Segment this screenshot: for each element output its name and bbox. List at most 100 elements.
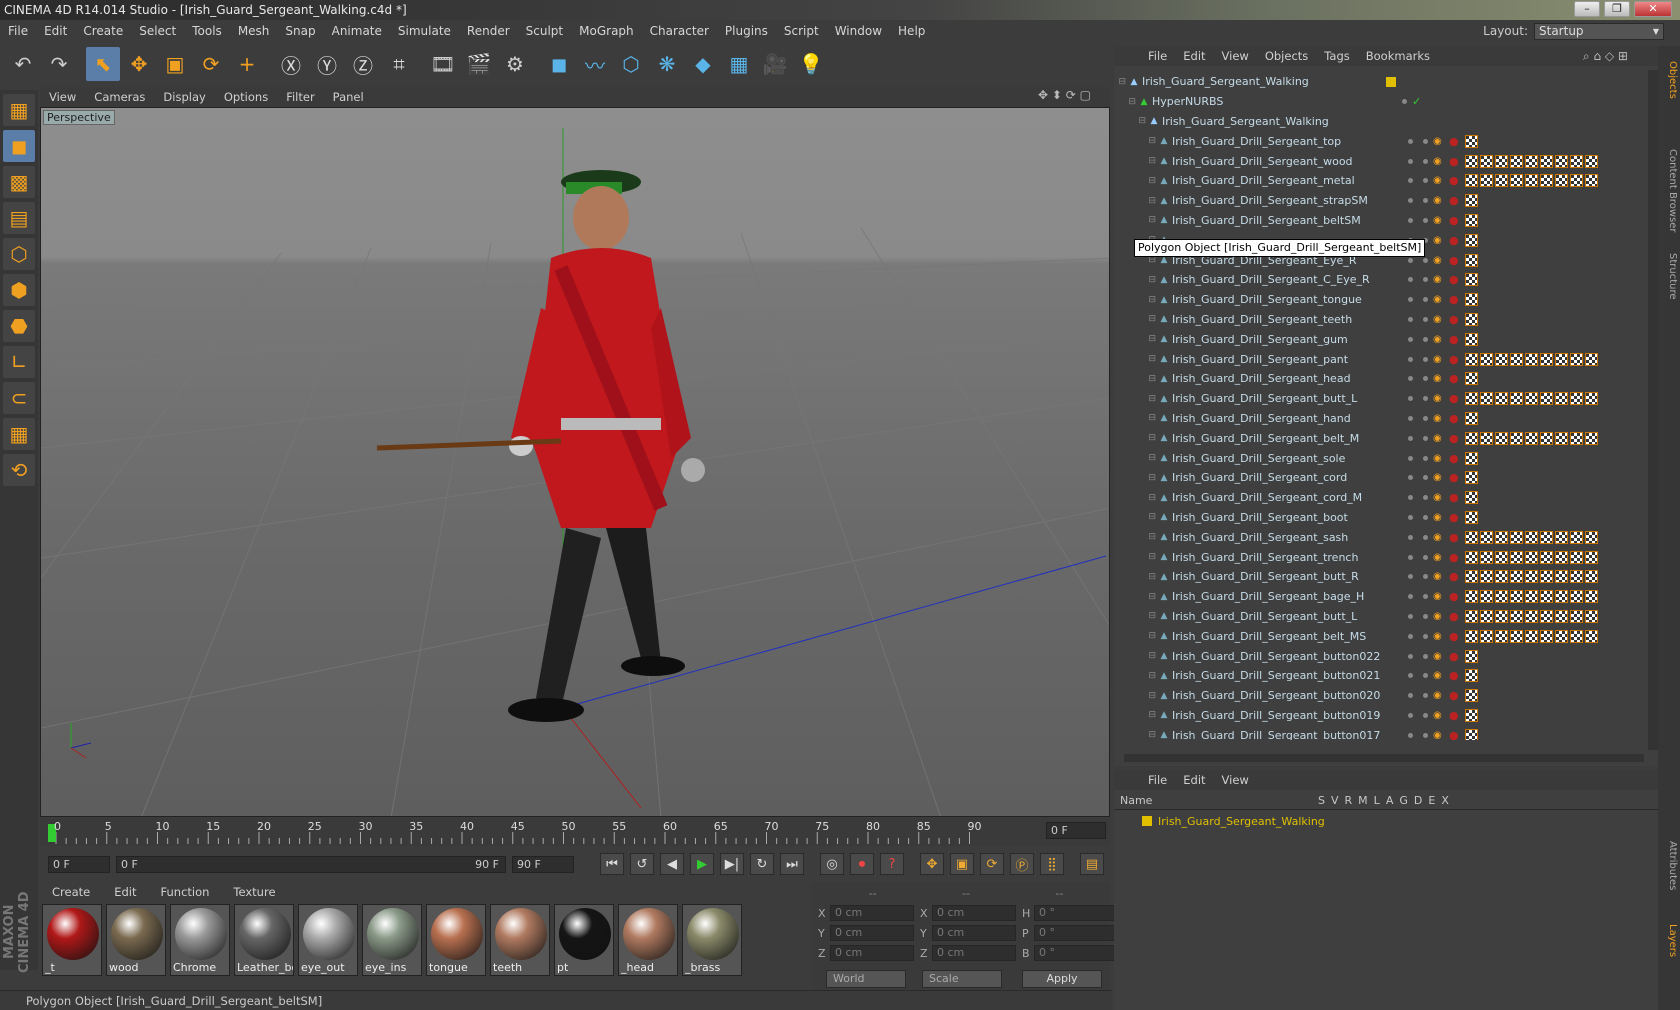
render-dot[interactable] bbox=[1423, 574, 1428, 580]
render-dot[interactable] bbox=[1423, 158, 1428, 164]
phong-tag-icon[interactable]: ◉ bbox=[1433, 413, 1449, 424]
rotate-icon[interactable]: ⟳ bbox=[194, 47, 228, 81]
tree-expander-icon[interactable]: ⊟ bbox=[1114, 512, 1156, 522]
object-row[interactable]: ⊟ ▲ Irish_Guard_Drill_Sergeant_sash ◉ ● bbox=[1114, 527, 1644, 547]
start-frame-field[interactable]: 0 F bbox=[48, 855, 110, 873]
current-frame-field[interactable]: 0 F bbox=[1046, 822, 1106, 839]
texture-tag-icon[interactable] bbox=[1465, 550, 1478, 564]
timeline[interactable]: 0 5 10 15 20 25 30 35 40 45 50 55 60 65 70 75 80 85 90 0 F bbox=[40, 818, 1110, 846]
menu-select[interactable]: Select bbox=[131, 24, 184, 38]
texture-tag-icon[interactable] bbox=[1465, 411, 1478, 425]
texture-tag-icon[interactable] bbox=[1540, 590, 1553, 604]
object-row[interactable]: ⊟ ▲ Irish_Guard_Drill_Sergeant_boot ◉ ● bbox=[1114, 508, 1644, 528]
menu-sculpt[interactable]: Sculpt bbox=[518, 24, 571, 38]
render-icon[interactable]: 🎬 bbox=[462, 47, 496, 81]
menu-file[interactable]: File bbox=[0, 24, 36, 38]
texture-tag-icon[interactable] bbox=[1525, 570, 1538, 584]
phong-tag-icon[interactable]: ◉ bbox=[1433, 294, 1449, 305]
texture-tag-icon[interactable] bbox=[1585, 629, 1598, 643]
texture-tag-icon[interactable] bbox=[1540, 174, 1553, 188]
texture-tag-icon[interactable] bbox=[1465, 510, 1478, 524]
viewport-nav-icons[interactable]: ✥ ⬍ ⟳ ▢ bbox=[1038, 88, 1108, 106]
material-tag-icon[interactable]: ● bbox=[1449, 155, 1465, 168]
texture-tag-icon[interactable] bbox=[1465, 154, 1478, 168]
object-row[interactable]: ⊟ ▲ Irish_Guard_Drill_Sergeant_metal ◉ ● bbox=[1114, 171, 1644, 191]
tree-expander-icon[interactable]: ⊟ bbox=[1114, 572, 1156, 582]
material-tag-icon[interactable]: ● bbox=[1449, 491, 1465, 504]
render-dot[interactable] bbox=[1423, 455, 1428, 461]
object-row[interactable]: ⊟ ▲ Irish_Guard_Drill_Sergeant_bage_H ◉ ● bbox=[1114, 587, 1644, 607]
texture-tag-icon[interactable] bbox=[1480, 629, 1493, 643]
texture-tag-icon[interactable] bbox=[1555, 570, 1568, 584]
layer-menu-file[interactable]: File bbox=[1140, 773, 1175, 787]
render-dot[interactable] bbox=[1423, 554, 1428, 560]
menu-script[interactable]: Script bbox=[776, 24, 827, 38]
viewport-perspective[interactable]: Perspective bbox=[40, 107, 1110, 817]
menu-character[interactable]: Character bbox=[642, 24, 717, 38]
go-to-start-icon[interactable]: ⏮ bbox=[600, 853, 624, 875]
object-mode-icon[interactable]: ◼ bbox=[3, 130, 35, 162]
material-tag-icon[interactable]: ● bbox=[1449, 570, 1465, 583]
move-icon[interactable]: ✥ bbox=[122, 47, 156, 81]
texture-tag-icon[interactable] bbox=[1555, 629, 1568, 643]
tree-expander-icon[interactable]: ⊟ bbox=[1114, 334, 1156, 344]
tree-expander-icon[interactable]: ⊟ bbox=[1114, 314, 1156, 324]
object-row[interactable]: ⊟ ▲ Irish_Guard_Drill_Sergeant_button019 ◉ ● bbox=[1114, 706, 1644, 726]
material-swatch[interactable]: wood bbox=[106, 904, 166, 976]
camera-icon[interactable]: 🎥 bbox=[758, 47, 792, 81]
object-row[interactable]: ⊟ ▲ Irish_Guard_Drill_Sergeant_belt_MS ◉ ● bbox=[1114, 626, 1644, 646]
render-dot[interactable] bbox=[1423, 732, 1428, 738]
render-dot[interactable] bbox=[1423, 435, 1428, 441]
edges-mode-icon[interactable]: ⬢ bbox=[3, 274, 35, 306]
texture-tag-icon[interactable] bbox=[1555, 174, 1568, 188]
visibility-dot[interactable] bbox=[1408, 217, 1413, 223]
object-row[interactable]: ⊟ ▲ Irish_Guard_Drill_Sergeant_butt_R ◉ ● bbox=[1114, 567, 1644, 587]
render-view-icon[interactable]: 🎞 bbox=[426, 47, 460, 81]
coords-value-field[interactable]: 0 cm bbox=[830, 925, 914, 941]
texture-tag-icon[interactable] bbox=[1465, 372, 1478, 386]
material-tag-icon[interactable]: ● bbox=[1449, 669, 1465, 682]
phong-tag-icon[interactable]: ◉ bbox=[1433, 690, 1449, 701]
texture-tag-icon[interactable] bbox=[1510, 570, 1523, 584]
texture-tag-icon[interactable] bbox=[1465, 570, 1478, 584]
visibility-dot[interactable] bbox=[1408, 178, 1413, 184]
side-tab-objects[interactable]: Objects bbox=[1660, 50, 1678, 110]
material-swatch[interactable]: _t bbox=[42, 904, 102, 976]
visibility-dot[interactable] bbox=[1408, 732, 1413, 738]
key-rotate-icon[interactable]: ⟳ bbox=[980, 853, 1004, 875]
menu-help[interactable]: Help bbox=[890, 24, 933, 38]
material-swatch[interactable]: teeth bbox=[490, 904, 550, 976]
material-tag-icon[interactable]: ● bbox=[1449, 471, 1465, 484]
visibility-dot[interactable] bbox=[1408, 475, 1413, 481]
object-row[interactable]: ⊟ ▲ Irish_Guard_Drill_Sergeant_butt_L ◉ ● bbox=[1114, 607, 1644, 627]
render-dot[interactable] bbox=[1423, 673, 1428, 679]
timeline-window-icon[interactable]: ▤ bbox=[1080, 853, 1104, 875]
end-frame-field[interactable]: 90 F bbox=[512, 855, 574, 873]
texture-tag-icon[interactable] bbox=[1555, 431, 1568, 445]
render-dot[interactable] bbox=[1423, 415, 1428, 421]
tree-expander-icon[interactable]: ⊟ bbox=[1114, 196, 1156, 206]
key-grid-icon[interactable]: ⣿ bbox=[1040, 853, 1064, 875]
tree-expander-icon[interactable]: ⊟ bbox=[1114, 730, 1156, 740]
maximize-button[interactable]: ❐ bbox=[1604, 1, 1630, 17]
nurbs-icon[interactable]: ⬡ bbox=[614, 47, 648, 81]
texture-tag-icon[interactable] bbox=[1585, 431, 1598, 445]
visibility-dot[interactable] bbox=[1408, 257, 1413, 263]
tree-expander-icon[interactable]: ⊟ bbox=[1114, 215, 1156, 225]
axis-mode-icon[interactable]: ∟ bbox=[3, 346, 35, 378]
coords-value-field[interactable]: 0 ° bbox=[1034, 925, 1118, 941]
timeline-ruler[interactable]: 0 5 10 15 20 25 30 35 40 45 50 55 60 65 70 75 80 85 90 bbox=[40, 818, 1110, 846]
texture-tag-icon[interactable] bbox=[1585, 550, 1598, 564]
texture-tag-icon[interactable] bbox=[1555, 154, 1568, 168]
texture-tag-icon[interactable] bbox=[1495, 629, 1508, 643]
texture-tag-icon[interactable] bbox=[1480, 174, 1493, 188]
texture-tag-icon[interactable] bbox=[1480, 392, 1493, 406]
coords-value-field[interactable]: 0 ° bbox=[1034, 945, 1118, 961]
phong-tag-icon[interactable]: ◉ bbox=[1433, 195, 1449, 206]
material-swatch[interactable]: _head bbox=[618, 904, 678, 976]
texture-tag-icon[interactable] bbox=[1510, 431, 1523, 445]
texture-tag-icon[interactable] bbox=[1510, 392, 1523, 406]
autokey-icon[interactable]: ⏺ bbox=[850, 853, 874, 875]
material-tag-icon[interactable]: ● bbox=[1449, 254, 1465, 267]
render-dot[interactable] bbox=[1423, 138, 1428, 144]
